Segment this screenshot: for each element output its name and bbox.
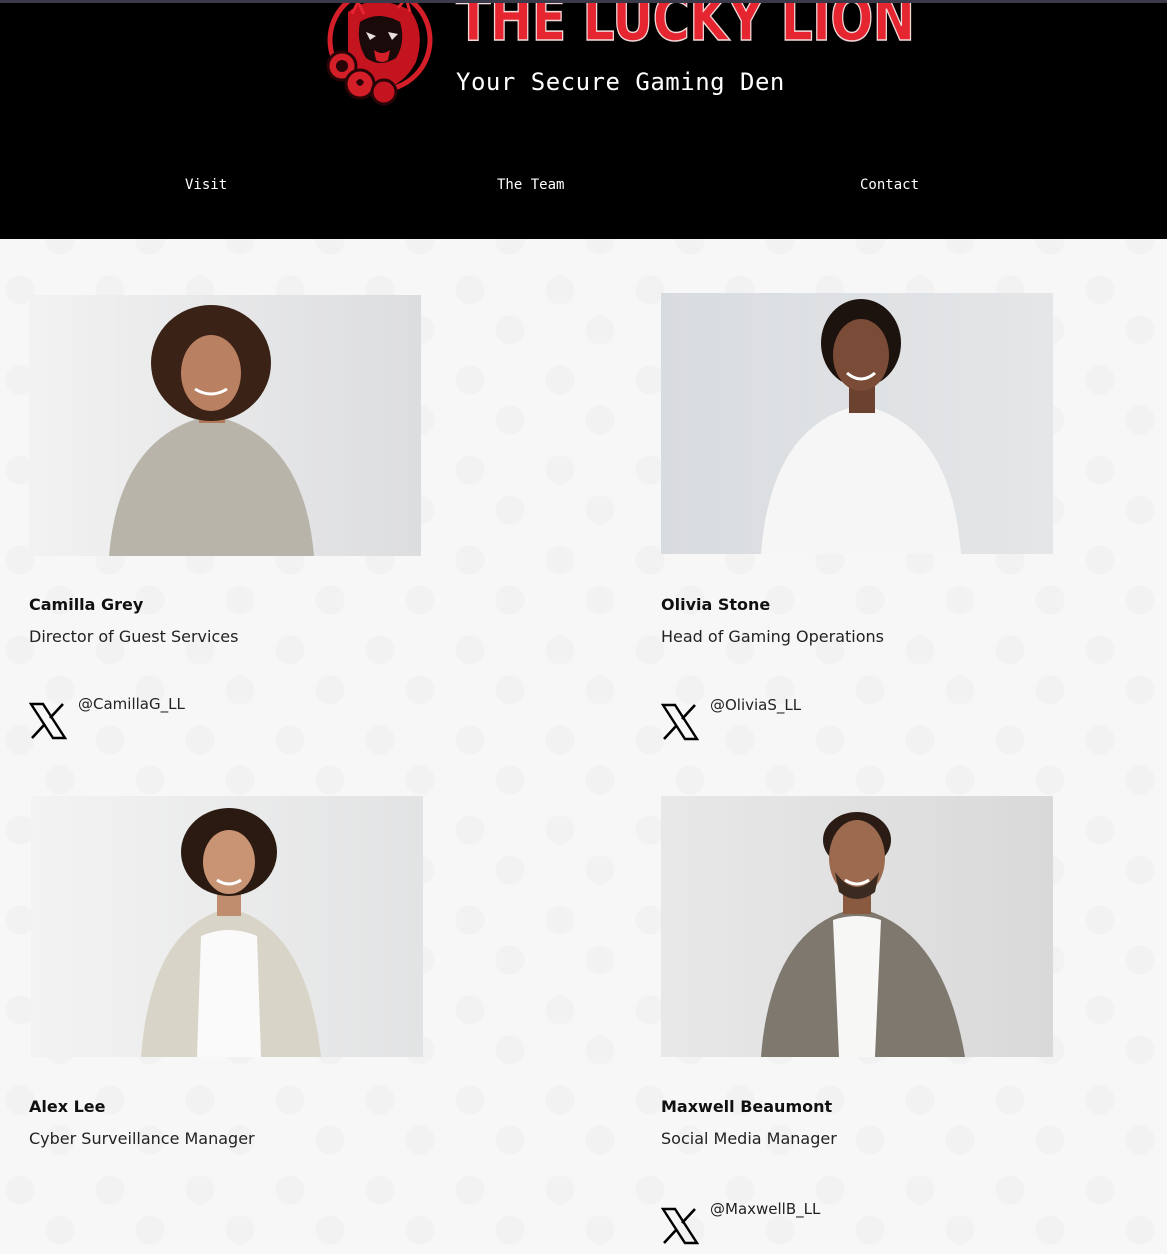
lion-logo-icon[interactable] <box>318 0 438 107</box>
member-name: Olivia Stone <box>661 595 771 614</box>
member-role: Cyber Surveillance Manager <box>29 1129 255 1148</box>
nav-the-team[interactable]: The Team <box>497 177 564 193</box>
twitter-handle[interactable]: @OliviaS_LL <box>710 696 801 714</box>
nav-visit[interactable]: Visit <box>185 177 227 193</box>
member-role: Head of Gaming Operations <box>661 627 885 646</box>
brand-name: THE LUCKY LION <box>455 0 915 55</box>
nav-contact[interactable]: Contact <box>860 177 919 193</box>
twitter-handle[interactable]: @CamillaG_LL <box>78 695 185 713</box>
x-logo-icon[interactable] <box>661 1207 699 1245</box>
brand-tagline: Your Secure Gaming Den <box>456 68 785 96</box>
team-member-photo <box>31 796 423 1057</box>
member-name: Maxwell Beaumont <box>661 1097 833 1116</box>
team-member-photo <box>661 796 1053 1057</box>
member-name: Camilla Grey <box>29 595 144 614</box>
site-header: THE LUCKY LION Your Secure Gaming Den Vi… <box>0 0 1167 239</box>
browser-top-strip <box>0 0 1167 3</box>
team-member-photo <box>661 293 1053 554</box>
member-role: Director of Guest Services <box>29 627 239 646</box>
twitter-handle[interactable]: @MaxwellB_LL <box>710 1200 820 1218</box>
member-name: Alex Lee <box>29 1097 106 1116</box>
x-logo-icon[interactable] <box>29 702 67 740</box>
member-role: Social Media Manager <box>661 1129 837 1148</box>
team-member-photo <box>29 295 421 556</box>
x-logo-icon[interactable] <box>661 703 699 741</box>
